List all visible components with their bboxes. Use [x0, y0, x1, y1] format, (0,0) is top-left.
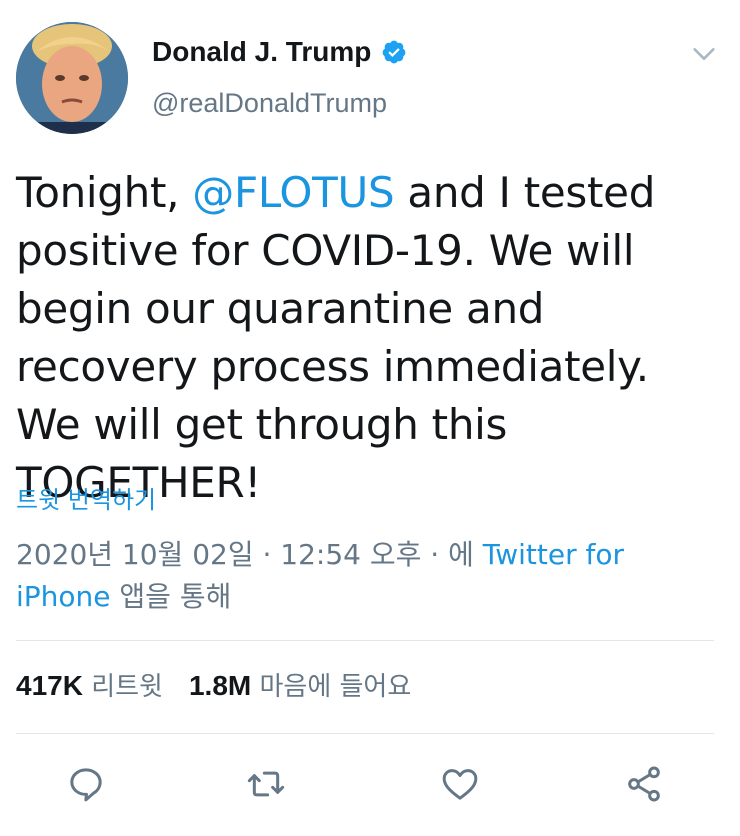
user-handle[interactable]: @realDonaldTrump — [152, 88, 387, 119]
tweet-text-start: Tonight, — [16, 168, 193, 217]
like-button[interactable] — [440, 764, 480, 804]
likes-label: 마음에 들어요 — [259, 672, 412, 702]
divider — [16, 733, 714, 734]
share-icon — [628, 766, 660, 802]
reply-button[interactable] — [66, 764, 106, 804]
tweet-timestamp[interactable]: 2020년 10월 02일 · 12:54 오후 · 에 — [16, 538, 483, 571]
retweet-button[interactable] — [246, 764, 286, 804]
avatar-image — [16, 22, 128, 134]
tweet-text: Tonight, @FLOTUS and I tested positive f… — [16, 164, 726, 512]
divider — [16, 640, 714, 641]
likes-stat[interactable]: 1.8M 마음에 들어요 — [189, 666, 411, 703]
display-name[interactable]: Donald J. Trump — [152, 36, 371, 68]
chevron-down-icon[interactable] — [690, 40, 718, 68]
like-icon — [442, 769, 478, 800]
share-button[interactable] — [624, 764, 664, 804]
translate-tweet-link[interactable]: 트윗 번역하기 — [16, 480, 156, 515]
name-row: Donald J. Trump — [152, 36, 407, 68]
tweet-meta: 2020년 10월 02일 · 12:54 오후 · 에 Twitter for… — [16, 534, 716, 618]
tweet-text-end: and I tested positive for COVID-19. We w… — [16, 168, 656, 507]
retweets-count: 417K — [16, 670, 83, 701]
retweets-label: 리트윗 — [91, 672, 163, 702]
avatar[interactable] — [16, 22, 128, 134]
likes-count: 1.8M — [188, 670, 252, 701]
tweet-actions — [0, 764, 740, 808]
tweet-stats: 417K 리트윗 1.8M 마음에 들어요 — [16, 666, 411, 703]
retweets-stat[interactable]: 417K 리트윗 — [16, 666, 163, 703]
mention-link[interactable]: @FLOTUS — [192, 168, 394, 217]
tweet-source-suffix: 앱을 통해 — [110, 580, 232, 613]
reply-icon — [70, 768, 102, 802]
verified-badge-icon — [382, 40, 406, 64]
retweet-icon — [247, 771, 285, 797]
